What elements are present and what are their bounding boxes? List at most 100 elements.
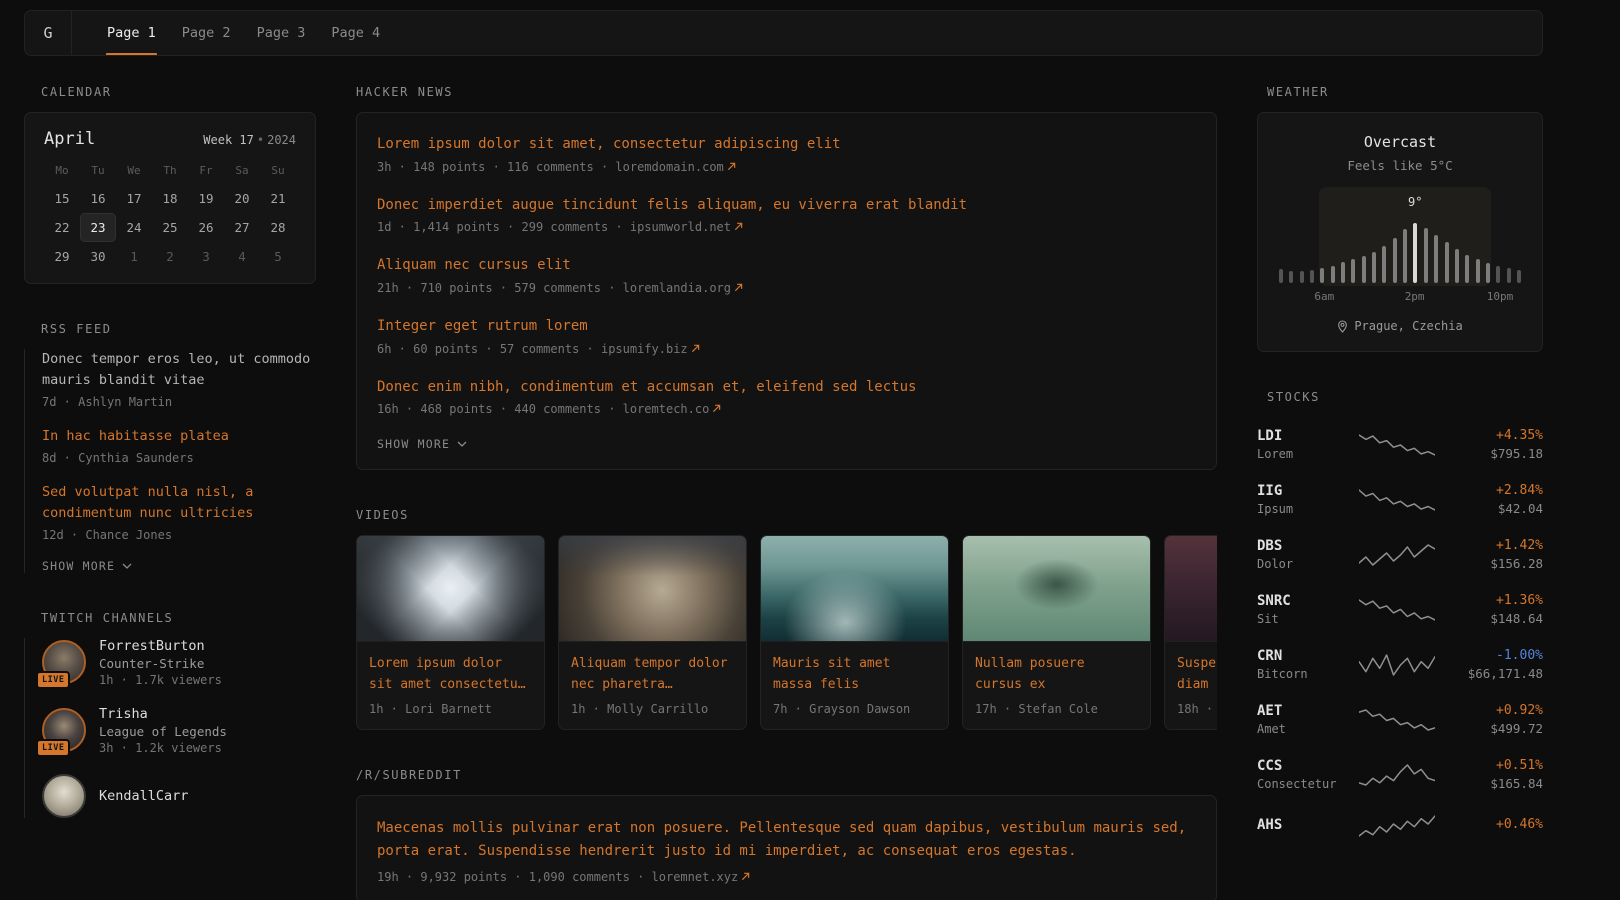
live-badge: LIVE: [36, 739, 70, 757]
stock-row[interactable]: LDILorem +4.35%$795.18: [1257, 417, 1543, 472]
video-thumbnail[interactable]: [357, 536, 544, 642]
channel-game: League of Legends: [99, 724, 227, 739]
stock-sparkline: [1359, 542, 1435, 568]
top-nav: G Page 1 Page 2 Page 3 Page 4: [24, 10, 1543, 56]
avatar: [42, 774, 86, 818]
hn-item-headline[interactable]: Aliquam nec cursus elit: [377, 255, 1196, 277]
weather-hour-bar: [1372, 252, 1376, 283]
rss-widget: RSS FEED Donec tempor eros leo, ut commo…: [24, 322, 316, 573]
channel-name: KendallCarr: [99, 788, 188, 804]
stock-sparkline: [1359, 652, 1435, 678]
channel-name: Trisha: [99, 706, 227, 722]
tab-page-1[interactable]: Page 1: [94, 11, 169, 55]
subreddit-post-headline[interactable]: Maecenas mollis pulvinar erat non posuer…: [377, 817, 1196, 863]
stock-name: Sit: [1257, 612, 1347, 626]
video-meta: 7h · Grayson Dawson: [761, 695, 948, 729]
stock-ticker: SNRC: [1257, 593, 1347, 609]
hn-item-headline[interactable]: Lorem ipsum dolor sit amet, consectetur …: [377, 134, 1196, 156]
video-thumbnail[interactable]: [1165, 536, 1217, 642]
external-link-icon: [734, 220, 743, 234]
stock-values: +1.42%$156.28: [1447, 538, 1543, 571]
stock-row[interactable]: AETAmet +0.92%$499.72: [1257, 692, 1543, 747]
hn-item-headline[interactable]: Integer eget rutrum lorem: [377, 316, 1196, 338]
stock-values: +0.46%: [1447, 817, 1543, 835]
video-thumbnail[interactable]: [559, 536, 746, 642]
weather-hour-bar: [1424, 228, 1428, 283]
video-thumbnail[interactable]: [963, 536, 1150, 642]
channel-avatar-wrap: LIVE: [42, 708, 86, 752]
stock-row[interactable]: AHS +0.46%: [1257, 802, 1543, 850]
subreddit-card: Maecenas mollis pulvinar erat non posuer…: [356, 795, 1217, 900]
stock-row[interactable]: CRNBitcorn -1.00%$66,171.48: [1257, 637, 1543, 692]
calendar-day: 26: [188, 213, 224, 242]
stock-change: +1.36%: [1447, 593, 1543, 608]
stock-name: Dolor: [1257, 557, 1347, 571]
stock-row[interactable]: DBSDolor +1.42%$156.28: [1257, 527, 1543, 582]
calendar-grid: MoTuWeThFrSaSu15161718192021222324252627…: [44, 157, 296, 271]
twitch-channel[interactable]: LIVE Trisha League of Legends 3h · 1.2k …: [42, 706, 316, 755]
calendar-weekday: Sa: [224, 157, 260, 184]
hn-item-headline[interactable]: Donec imperdiet augue tincidunt felis al…: [377, 195, 1196, 217]
rss-item-headline[interactable]: Sed volutpat nulla nisl, a condimentum n…: [42, 482, 316, 524]
stock-row[interactable]: CCSConsectetur +0.51%$165.84: [1257, 747, 1543, 802]
channel-name: ForrestBurton: [99, 638, 222, 654]
calendar-day: 20: [224, 184, 260, 213]
stock-id: SNRC Sit: [1257, 593, 1347, 626]
weather-hour-bar: [1403, 229, 1407, 283]
stock-id: LDILorem: [1257, 428, 1347, 461]
rss-item-headline[interactable]: In hac habitasse platea: [42, 426, 316, 447]
stock-values: +2.84%$42.04: [1447, 483, 1543, 516]
dashboard-grid: CALENDAR April Week 17•2024 MoTuWeThFrSa…: [24, 85, 1543, 900]
video-title: Nullam posuere cursus ex: [963, 642, 1150, 694]
stock-row[interactable]: IIGIpsum +2.84%$42.04: [1257, 472, 1543, 527]
stock-sparkline: [1359, 707, 1435, 733]
video-thumbnail[interactable]: [761, 536, 948, 642]
video-card[interactable]: Aliquam tempor dolor nec pharetra… 1h · …: [558, 535, 747, 729]
stock-change: +1.42%: [1447, 538, 1543, 553]
weather-hour-bar: [1476, 259, 1480, 283]
stock-row[interactable]: SNRCSit +1.36%$148.64: [1257, 582, 1543, 637]
weather-hour-bar: [1320, 268, 1324, 283]
show-more-label: SHOW MORE: [377, 437, 450, 451]
calendar-weekday: Su: [260, 157, 296, 184]
hn-show-more-button[interactable]: SHOW MORE: [377, 437, 467, 451]
video-card[interactable]: Mauris sit amet massa felis 7h · Grayson…: [760, 535, 949, 729]
videos-row: Lorem ipsum dolor sit amet consectetu… 1…: [356, 535, 1217, 729]
stock-name: Lorem: [1257, 447, 1347, 461]
hn-item-headline[interactable]: Donec enim nibh, condimentum et accumsan…: [377, 377, 1196, 399]
stock-change: -1.00%: [1447, 648, 1543, 663]
rss-show-more-button[interactable]: SHOW MORE: [42, 559, 132, 573]
channel-avatar-wrap: LIVE: [42, 774, 86, 818]
calendar-day: 16: [80, 184, 116, 213]
video-card[interactable]: Nullam posuere cursus ex 17h · Stefan Co…: [962, 535, 1151, 729]
stock-price: $66,171.48: [1447, 666, 1543, 681]
weather-hour-bar: [1455, 249, 1459, 283]
twitch-channel[interactable]: LIVE KendallCarr: [42, 774, 316, 818]
calendar-day: 3: [188, 242, 224, 271]
twitch-channel[interactable]: LIVE ForrestBurton Counter-Strike 1h · 1…: [42, 638, 316, 687]
calendar-day: 28: [260, 213, 296, 242]
rss-item-headline[interactable]: Donec tempor eros leo, ut commodo mauris…: [42, 349, 316, 391]
weather-hour-bar: [1331, 266, 1335, 283]
tab-page-3[interactable]: Page 3: [244, 11, 319, 55]
page-tabs: Page 1 Page 2 Page 3 Page 4: [94, 11, 393, 55]
calendar-day: 22: [44, 213, 80, 242]
tab-page-4[interactable]: Page 4: [318, 11, 393, 55]
stock-sparkline: [1359, 597, 1435, 623]
stock-id: DBSDolor: [1257, 538, 1347, 571]
video-card[interactable]: Suspendisse diam 18h · Tara: [1164, 535, 1217, 729]
video-title: Mauris sit amet massa felis: [761, 642, 948, 694]
chevron-down-icon: [457, 441, 467, 447]
weather-hour-bar: [1413, 223, 1417, 283]
calendar-widget-title: CALENDAR: [41, 85, 316, 99]
video-card[interactable]: Lorem ipsum dolor sit amet consectetu… 1…: [356, 535, 545, 729]
stock-change: +0.46%: [1447, 817, 1543, 832]
hn-meta-text: 1d · 1,414 points · 299 comments · ipsum…: [377, 220, 731, 234]
weather-hour-bar: [1300, 271, 1304, 283]
time-label: 10pm: [1487, 290, 1514, 303]
video-title-text: Suspendisse diam: [1177, 654, 1217, 694]
middle-column: HACKER NEWS Lorem ipsum dolor sit amet, …: [356, 85, 1217, 900]
tab-page-2[interactable]: Page 2: [169, 11, 244, 55]
app-logo[interactable]: G: [25, 11, 72, 55]
weather-hour-bar: [1310, 270, 1314, 283]
